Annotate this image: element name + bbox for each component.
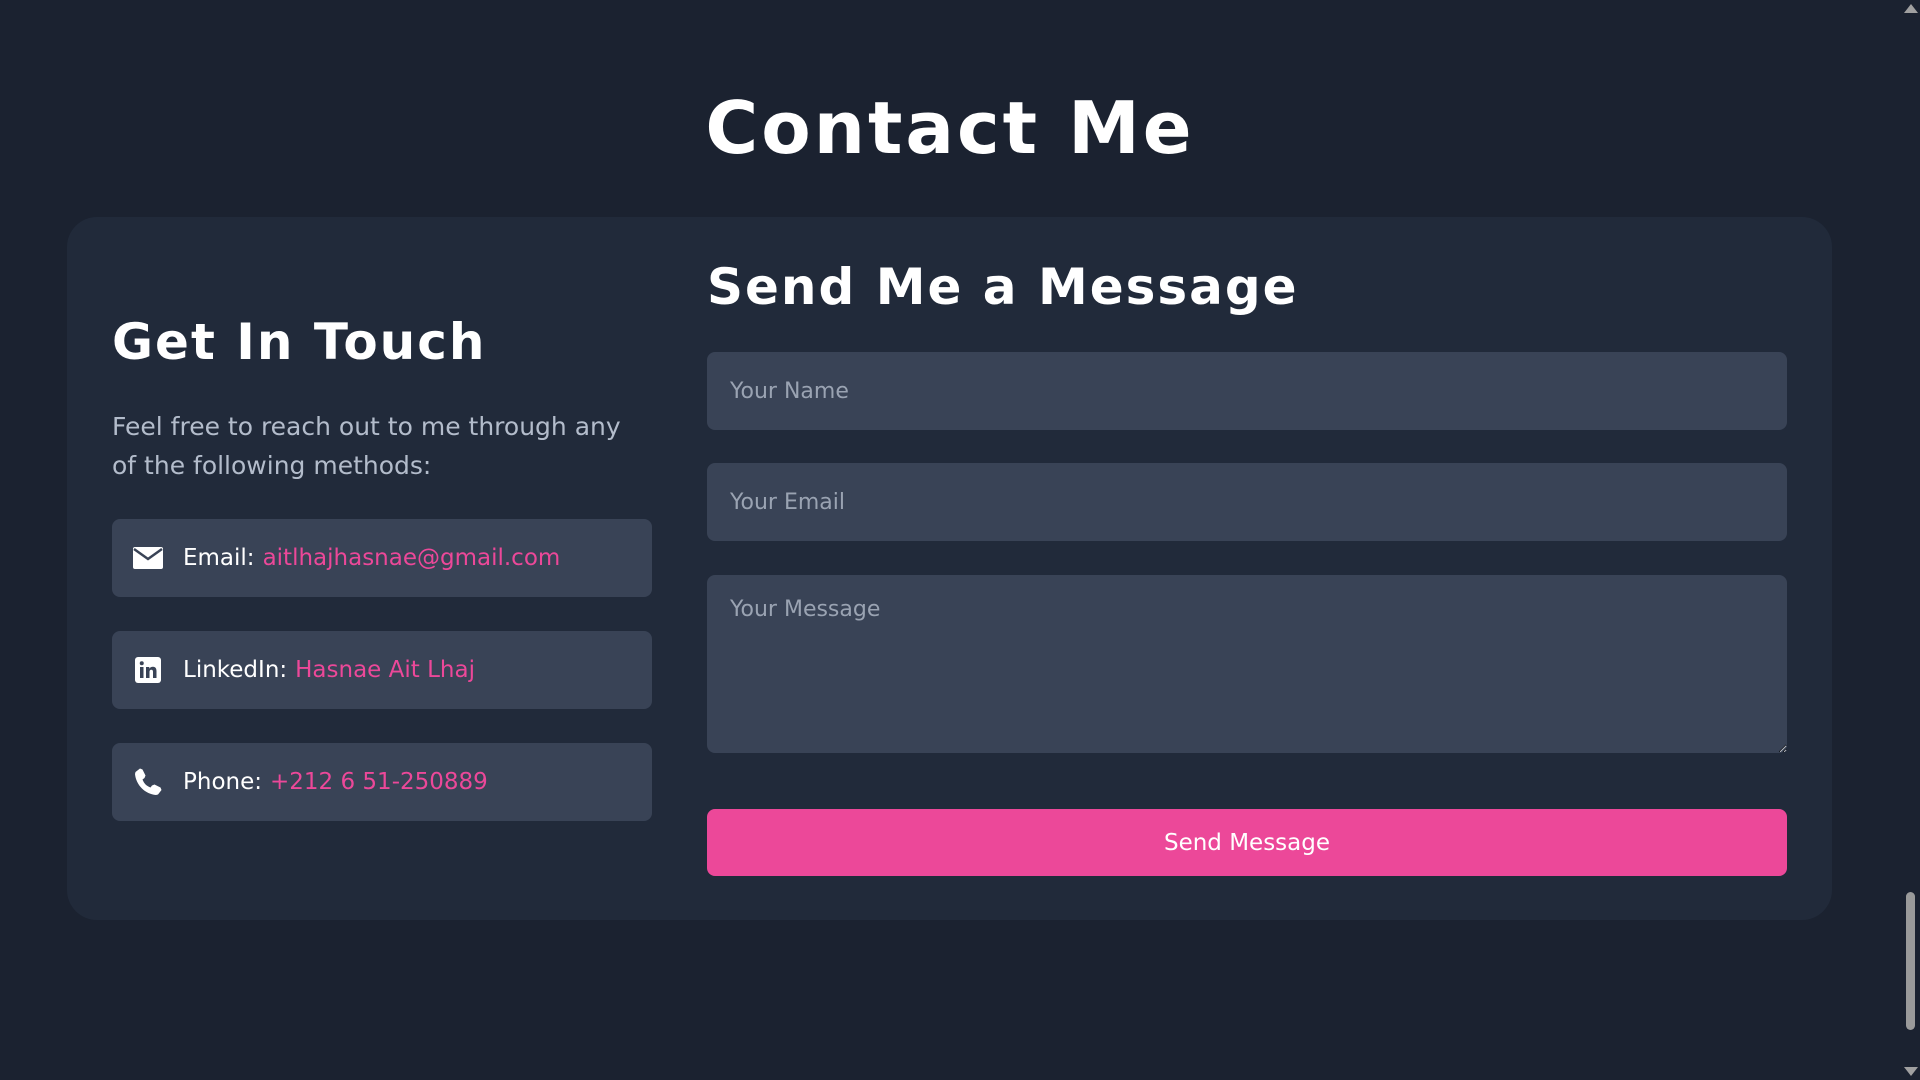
- get-in-touch-heading: Get In Touch: [112, 313, 487, 371]
- email-label: Email:: [183, 545, 255, 571]
- phone-label: Phone:: [183, 769, 262, 795]
- phone-icon: [133, 767, 163, 797]
- scroll-up-arrow-icon[interactable]: [1904, 4, 1918, 13]
- contact-page: Contact Me Get In Touch Feel free to rea…: [0, 0, 1920, 1080]
- contact-description: Feel free to reach out to me through any…: [112, 412, 621, 480]
- email-info-item: Email: aitlhajhasnae@gmail.com: [112, 519, 652, 597]
- contact-card: Get In Touch Feel free to reach out to m…: [67, 217, 1832, 920]
- page-title: Contact Me: [705, 86, 1195, 170]
- page-scrollbar[interactable]: [1900, 0, 1920, 1080]
- phone-link[interactable]: +212 6 51-250889: [270, 769, 488, 795]
- linkedin-link[interactable]: Hasnae Ait Lhaj: [295, 657, 475, 683]
- linkedin-info-item: LinkedIn: Hasnae Ait Lhaj: [112, 631, 652, 709]
- phone-info-item: Phone: +212 6 51-250889: [112, 743, 652, 821]
- email-input[interactable]: [707, 463, 1787, 541]
- send-message-heading: Send Me a Message: [707, 258, 1299, 316]
- scrollbar-thumb[interactable]: [1906, 892, 1915, 1030]
- send-message-button[interactable]: Send Message: [707, 809, 1787, 876]
- envelope-icon: [133, 543, 163, 573]
- scroll-down-arrow-icon[interactable]: [1904, 1067, 1918, 1076]
- linkedin-label: LinkedIn:: [183, 657, 288, 683]
- name-input[interactable]: [707, 352, 1787, 430]
- linkedin-icon: [133, 655, 163, 685]
- message-textarea[interactable]: [707, 575, 1787, 753]
- email-link[interactable]: aitlhajhasnae@gmail.com: [263, 545, 561, 571]
